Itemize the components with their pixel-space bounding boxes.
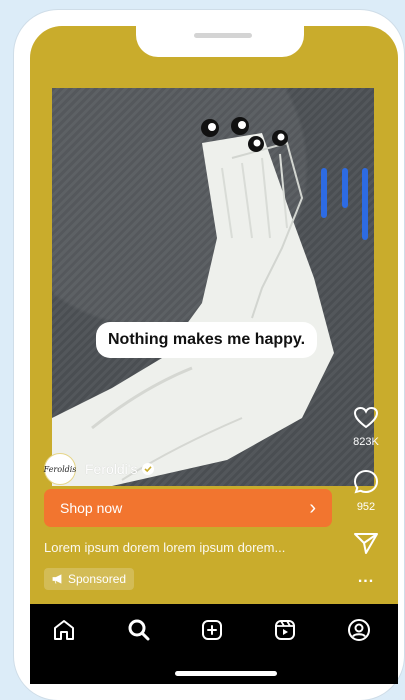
search-tab[interactable] [125,616,153,644]
sponsored-badge: Sponsored [44,568,135,590]
reels-tab[interactable] [271,616,299,644]
create-icon [202,620,222,640]
send-icon [354,533,378,554]
reel-caption: Nothing makes me happy. [96,322,318,358]
profile-icon [348,619,370,641]
accent-stroke [342,168,348,208]
accent-stroke [321,168,327,218]
heart-icon [353,406,379,429]
more-icon: ... [357,569,375,586]
megaphone-icon [52,574,62,584]
comment-icon [353,469,379,494]
comment-count: 952 [356,501,376,513]
comment-button[interactable]: 952 [351,469,381,513]
shop-now-button[interactable]: Shop now › [44,489,332,527]
app-screen: Nothing makes me happy. 823K 952 ... Fer… [30,26,398,684]
bottom-nav [30,604,398,684]
share-button[interactable] [351,531,381,560]
shop-now-label: Shop now [60,500,123,516]
post-description[interactable]: Lorem ipsum dorem lorem ipsum dorem... [44,540,285,555]
account-row[interactable]: Feroldis Feroldi's [44,453,155,485]
like-count: 823K [353,436,379,448]
reels-icon [275,620,295,640]
like-button[interactable]: 823K [351,406,381,448]
reel-video[interactable]: Nothing makes me happy. [52,88,374,486]
home-tab[interactable] [50,616,78,644]
create-tab[interactable] [198,616,226,644]
more-button[interactable]: ... [351,569,381,587]
avatar[interactable]: Feroldis [44,453,76,485]
profile-tab[interactable] [345,616,373,644]
home-icon [54,620,74,640]
accent-stroke [362,168,368,240]
search-icon [128,619,150,641]
sponsored-label: Sponsored [68,572,127,586]
home-indicator[interactable] [175,671,277,676]
speaker-bar [194,33,252,38]
chevron-right-icon: › [309,496,316,519]
socks-image [52,117,334,486]
phone-notch [136,26,304,57]
account-name[interactable]: Feroldi's [85,461,137,477]
verified-badge-icon [142,463,155,475]
